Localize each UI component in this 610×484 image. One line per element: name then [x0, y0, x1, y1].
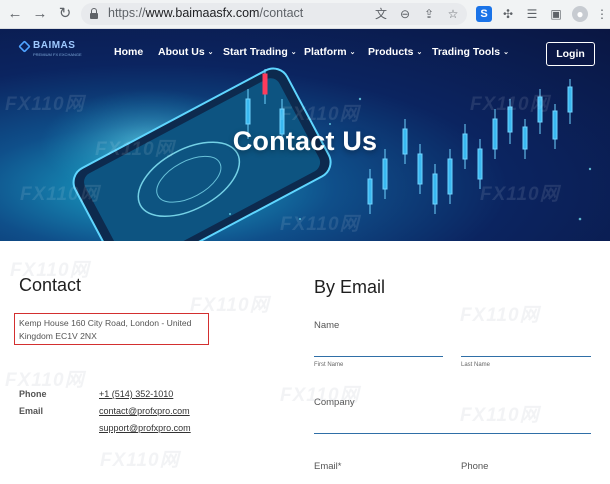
extensions-puzzle-icon[interactable]: ✣ — [500, 6, 516, 22]
last-name-sublabel: Last Name — [461, 362, 491, 368]
hero-banner: BAIMAS PREMIUM FX EXCHANGE Home About Us… — [0, 29, 610, 241]
nav-item-about-us[interactable]: About Us ⌄ — [158, 46, 214, 58]
nav-item-home[interactable]: Home — [114, 46, 143, 58]
name-label: Name — [314, 320, 340, 331]
email-link-contact[interactable]: contact@profxpro.com — [99, 406, 190, 416]
login-button[interactable]: Login — [546, 42, 595, 66]
address-bar[interactable]: https://www.baimaasfx.com/contact 文 ⊖ ⇪ … — [81, 3, 467, 25]
watermark-text: FX110网 — [460, 305, 540, 326]
site-navigation: BAIMAS PREMIUM FX EXCHANGE Home About Us… — [0, 29, 610, 79]
url-text[interactable]: https://www.baimaasfx.com/contact — [108, 6, 303, 20]
first-name-input[interactable] — [314, 343, 443, 357]
reading-list-icon[interactable]: ☰ — [524, 6, 540, 22]
forward-arrow-icon[interactable]: → — [31, 5, 49, 23]
nav-item-products[interactable]: Products ⌄ — [368, 46, 422, 58]
more-menu-icon[interactable]: ⋮ — [594, 6, 610, 22]
back-arrow-icon[interactable]: ← — [6, 5, 24, 23]
watermark-text: FX110网 — [5, 370, 85, 391]
logo-text: BAIMAS — [33, 40, 76, 51]
chevron-down-icon: ⌄ — [416, 49, 423, 56]
bookmark-star-icon[interactable]: ☆ — [445, 6, 461, 22]
email-field-label: Email* — [314, 461, 342, 472]
lock-icon[interactable] — [90, 8, 98, 19]
company-label: Company — [314, 397, 355, 408]
profile-avatar-icon[interactable]: ● — [572, 6, 588, 22]
side-panel-icon[interactable]: ▣ — [548, 6, 564, 22]
chevron-down-icon: ⌄ — [503, 49, 509, 56]
site-logo[interactable]: BAIMAS PREMIUM FX EXCHANGE — [18, 39, 82, 61]
logo-subtext: PREMIUM FX EXCHANGE — [33, 52, 82, 57]
browser-toolbar: ← → ↻ https://www.baimaasfx.com/contact … — [0, 0, 610, 29]
extension-s-icon[interactable]: S — [476, 6, 492, 22]
chevron-down-icon: ⌄ — [290, 49, 297, 56]
last-name-input[interactable] — [461, 343, 591, 357]
logo-mark-icon — [18, 40, 31, 53]
chevron-down-icon: ⌄ — [207, 49, 214, 56]
company-input[interactable] — [314, 420, 591, 434]
reload-icon[interactable]: ↻ — [56, 5, 74, 23]
by-email-heading: By Email — [314, 277, 386, 297]
chevron-down-icon: ⌄ — [349, 49, 356, 56]
zoom-icon[interactable]: ⊖ — [397, 6, 413, 22]
nav-item-start-trading[interactable]: Start Trading ⌄ — [223, 46, 297, 58]
address-highlight-box: Kemp House 160 City Road, London - Unite… — [14, 313, 209, 345]
phone-field-label: Phone — [461, 461, 489, 472]
email-label: Email — [19, 406, 44, 416]
address-text: Kemp House 160 City Road, London - Unite… — [19, 318, 192, 341]
nav-item-trading-tools[interactable]: Trading Tools ⌄ — [432, 46, 509, 58]
watermark-text: FX110网 — [100, 450, 180, 471]
nav-item-platform[interactable]: Platform ⌄ — [304, 46, 355, 58]
first-name-sublabel: First Name — [314, 362, 344, 368]
share-icon[interactable]: ⇪ — [421, 6, 437, 22]
contact-heading: Contact — [19, 275, 82, 295]
email-link-support[interactable]: support@profxpro.com — [99, 423, 191, 433]
page-title: Contact Us — [232, 126, 378, 156]
translate-icon[interactable]: 文 — [373, 6, 389, 22]
phone-link[interactable]: +1 (514) 352-1010 — [99, 389, 173, 399]
phone-label: Phone — [19, 389, 47, 399]
